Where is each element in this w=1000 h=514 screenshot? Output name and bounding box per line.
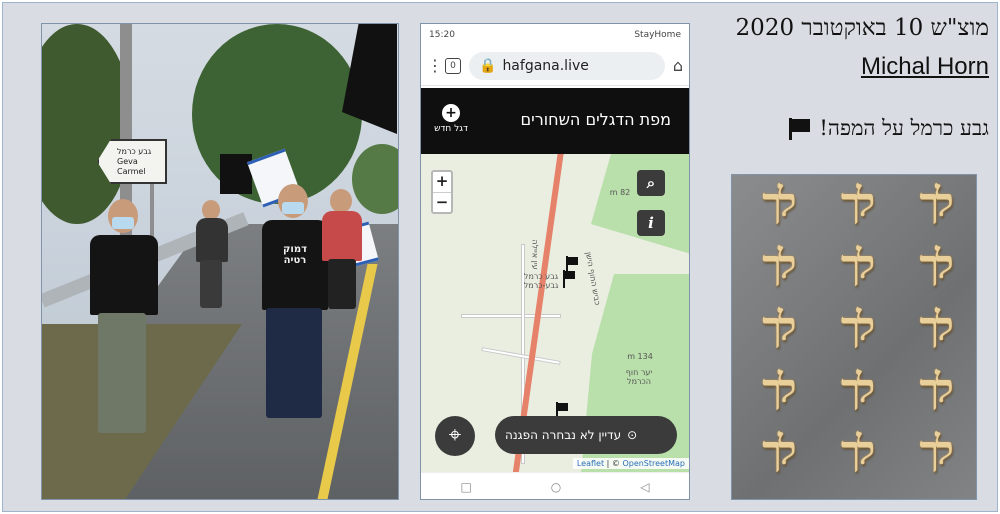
osm-link[interactable]: OpenStreetMap bbox=[622, 459, 685, 468]
cookie: לך bbox=[919, 365, 954, 412]
map-road-1 bbox=[461, 314, 561, 318]
address-url: hafgana.live bbox=[502, 57, 589, 74]
author-name: Michal Horn bbox=[860, 53, 989, 80]
cookie: לך bbox=[762, 179, 796, 226]
person-background-red bbox=[318, 189, 368, 329]
cookies-photo: לך לך לך לך לך לך לך לך לך לך לך לך לך ל… bbox=[731, 174, 977, 500]
map-label-elevation-2: 134 m bbox=[627, 352, 653, 361]
protest-status-text: עדיין לא נבחרה הפגנה bbox=[505, 428, 622, 442]
cookie: לך bbox=[840, 303, 875, 350]
cookie: לך bbox=[919, 179, 954, 226]
map-view[interactable]: גבע כרמל גבע-כרמל כביש החוף הישן עין איי… bbox=[421, 154, 689, 472]
map-attribution: Leaflet | © OpenStreetMap bbox=[572, 458, 689, 469]
cookie-row: לך לך לך bbox=[738, 179, 974, 226]
cookie: לך bbox=[840, 365, 875, 412]
info-icon[interactable]: i bbox=[637, 210, 665, 236]
attribution-separator: | © bbox=[604, 459, 623, 468]
road-sign: גבע כרמל Geva Carmel bbox=[97, 139, 167, 184]
location-pin-icon: ⊙ bbox=[627, 428, 638, 442]
person-background-1 bbox=[192, 200, 232, 320]
road-sign-hebrew: גבע כרמל bbox=[117, 147, 152, 156]
cookie: לך bbox=[762, 303, 796, 350]
phone-screenshot: 15:20 StayHome ⋮ 0 🔒 hafgana.live ⌂ + דג… bbox=[420, 23, 690, 500]
locate-me-icon[interactable]: ⌖ bbox=[435, 416, 475, 456]
app-header: + דגל חדש מפת הדגלים השחורים bbox=[421, 88, 689, 154]
shirt-text-line-2: רטיה bbox=[283, 255, 307, 266]
cookie: לך bbox=[919, 427, 954, 474]
browser-toolbar: ⋮ 0 🔒 hafgana.live ⌂ bbox=[421, 46, 689, 86]
address-bar[interactable]: 🔒 hafgana.live bbox=[469, 51, 665, 80]
cookie: לך bbox=[762, 365, 796, 412]
new-flag-label: דגל חדש bbox=[434, 124, 468, 134]
search-icon[interactable]: ⌕ bbox=[637, 170, 665, 196]
black-flag-icon bbox=[787, 117, 811, 140]
zoom-out-button[interactable]: − bbox=[433, 192, 451, 212]
cookie: לך bbox=[762, 241, 796, 288]
cookie-row: לך לך לך bbox=[738, 427, 974, 474]
cookie: לך bbox=[919, 303, 954, 350]
black-flag-pin-2[interactable] bbox=[561, 270, 575, 288]
cookie: לך bbox=[840, 179, 875, 226]
person-left bbox=[80, 199, 170, 469]
protest-selector[interactable]: ⊙ עדיין לא נבחרה הפגנה bbox=[495, 416, 677, 454]
zoom-control: + − bbox=[431, 170, 453, 214]
zoom-in-button[interactable]: + bbox=[433, 172, 451, 192]
caption-text: גבע כרמל על המפה! bbox=[819, 116, 989, 140]
tab-switcher-button[interactable]: 0 bbox=[445, 57, 461, 74]
more-options-icon[interactable]: ⋮ bbox=[427, 57, 443, 73]
cookie: לך bbox=[840, 427, 875, 474]
new-flag-button[interactable]: + דגל חדש bbox=[431, 98, 471, 134]
app-title: מפת הדגלים השחורים bbox=[520, 110, 671, 129]
leaflet-link[interactable]: Leaflet bbox=[577, 459, 604, 468]
status-time: 15:20 bbox=[429, 30, 455, 40]
lock-icon: 🔒 bbox=[479, 57, 497, 74]
back-icon[interactable]: ◁ bbox=[640, 480, 649, 494]
add-flag-icon: + bbox=[442, 104, 460, 122]
cookie: לך bbox=[919, 241, 954, 288]
map-label-forest: יער חוף הכרמל bbox=[625, 368, 653, 386]
status-right: StayHome bbox=[634, 30, 681, 40]
protest-photo: גבע כרמל Geva Carmel דמוק רטיה bbox=[41, 23, 399, 500]
home-icon[interactable]: ⌂ bbox=[673, 56, 683, 75]
shirt-text-line-1: דמוק bbox=[283, 244, 307, 255]
map-label-road: כביש החוף הישן bbox=[583, 251, 603, 306]
cookie: לך bbox=[762, 427, 796, 474]
cookie: לך bbox=[840, 241, 875, 288]
caption: גבע כרמל על המפה! bbox=[787, 116, 989, 141]
map-forest-top bbox=[591, 154, 689, 254]
road-sign-english: Geva Carmel bbox=[117, 157, 146, 176]
home-circle-icon[interactable]: ○ bbox=[551, 480, 561, 494]
android-nav-bar: □ ○ ◁ bbox=[421, 472, 689, 499]
date-line: מוצ"ש 10 באוקטובר 2020 bbox=[735, 15, 989, 41]
cookie-row: לך לך לך bbox=[738, 241, 974, 288]
cookie-row: לך לך לך bbox=[738, 365, 974, 412]
cookie-row: לך לך לך bbox=[738, 303, 974, 350]
recents-icon[interactable]: □ bbox=[460, 480, 471, 494]
slide-frame: גבע כרמל Geva Carmel דמוק רטיה 15:20 Sta… bbox=[2, 2, 998, 512]
status-bar: 15:20 StayHome bbox=[421, 24, 689, 46]
map-label-elevation-1: 82 m bbox=[609, 188, 631, 197]
map-label-side-road: עין איילה bbox=[530, 239, 540, 270]
